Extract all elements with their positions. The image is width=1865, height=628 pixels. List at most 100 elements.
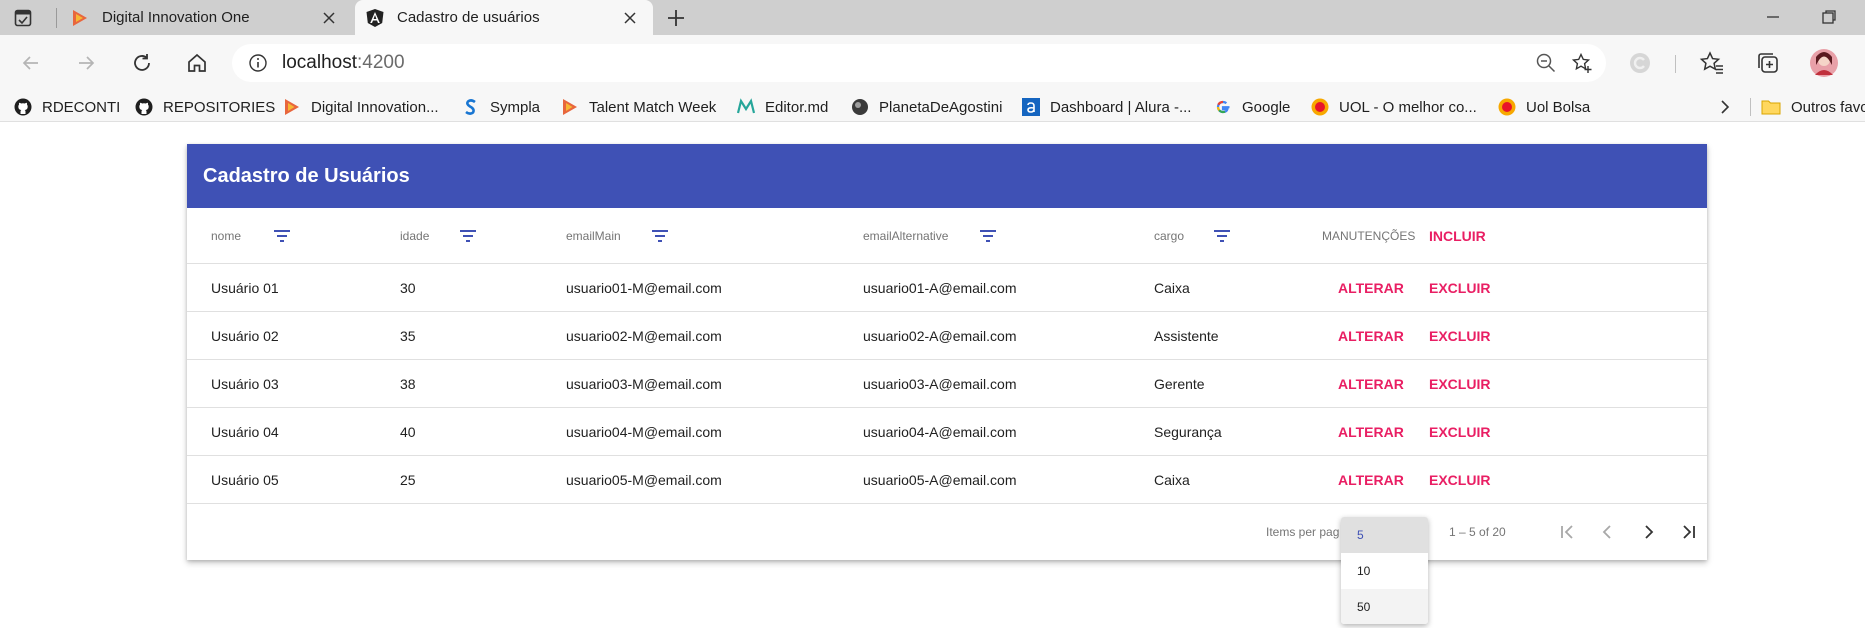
bookmark-repositories[interactable]: REPOSITORIES — [135, 92, 275, 122]
table-header-row: nome idade emailMain emailAlternative ca… — [187, 208, 1707, 264]
bookmark-other-favorites[interactable]: Outros favo — [1761, 92, 1865, 122]
bookmark-google[interactable]: Google — [1214, 92, 1290, 122]
cell-emailalternative: usuario02-A@email.com — [863, 328, 1017, 344]
cell-emailmain: usuario05-M@email.com — [566, 472, 722, 488]
back-arrow-icon — [22, 56, 38, 70]
zoom-out-icon[interactable] — [1535, 52, 1557, 74]
favorites-icon[interactable] — [1699, 50, 1725, 76]
bookmark-label: Talent Match Week — [589, 98, 717, 116]
tab-separator — [56, 8, 57, 28]
filter-icon[interactable] — [650, 227, 670, 245]
address-bar[interactable]: localhost:4200 — [232, 44, 1606, 82]
alterar-button[interactable]: ALTERAR — [1338, 408, 1404, 456]
next-page-button[interactable] — [1636, 520, 1660, 544]
column-header-emailmain[interactable]: emailMain — [566, 208, 621, 264]
filter-icon[interactable] — [272, 227, 292, 245]
cell-emailalternative: usuario05-A@email.com — [863, 472, 1017, 488]
bookmark-uol[interactable]: UOL - O melhor co... — [1311, 92, 1477, 122]
extension-icon[interactable] — [1627, 50, 1653, 76]
table-row: Usuário 01 30 usuario01-M@email.com usua… — [187, 264, 1707, 312]
bookmark-editor-md[interactable]: Editor.md — [737, 92, 828, 122]
bookmark-label: Editor.md — [765, 98, 829, 116]
close-icon[interactable] — [619, 7, 641, 29]
cell-cargo: Segurança — [1154, 424, 1222, 440]
bookmark-planeta-deagostini[interactable]: PlanetaDeAgostini — [851, 92, 1002, 122]
github-icon — [14, 98, 32, 116]
alterar-button[interactable]: ALTERAR — [1338, 456, 1404, 504]
bookmark-uol-bolsa[interactable]: Uol Bolsa — [1498, 92, 1590, 122]
tab-cadastro-de-usuarios[interactable]: Cadastro de usuários — [355, 0, 653, 35]
bookmarks-overflow-button[interactable] — [1718, 92, 1732, 122]
first-page-icon — [1561, 525, 1573, 539]
tab-title: Cadastro de usuários — [397, 9, 540, 26]
cell-cargo: Caixa — [1154, 472, 1190, 488]
tab-digital-innovation-one[interactable]: Digital Innovation One — [60, 0, 352, 35]
filter-icon[interactable] — [1212, 227, 1232, 245]
column-header-nome[interactable]: nome — [211, 208, 241, 264]
excluir-button[interactable]: EXCLUIR — [1429, 456, 1490, 504]
excluir-button[interactable]: EXCLUIR — [1429, 312, 1490, 360]
cell-cargo: Assistente — [1154, 328, 1219, 344]
bookmark-label: Outros favo — [1791, 98, 1865, 116]
page-size-option[interactable]: 5 — [1341, 517, 1428, 553]
incluir-button[interactable]: INCLUIR — [1429, 208, 1486, 264]
close-icon[interactable] — [318, 7, 340, 29]
excluir-button[interactable]: EXCLUIR — [1429, 264, 1490, 312]
bookmark-sympla[interactable]: Sympla — [462, 92, 540, 122]
bookmark-label: UOL - O melhor co... — [1339, 98, 1477, 116]
reload-button[interactable] — [128, 49, 156, 77]
dio-icon — [285, 99, 299, 115]
maximize-icon[interactable] — [1820, 8, 1838, 26]
bookmark-talent-match-week[interactable]: Talent Match Week — [561, 92, 716, 122]
last-page-icon — [1683, 525, 1695, 539]
column-header-emailalternative[interactable]: emailAlternative — [863, 208, 948, 264]
page-size-option[interactable]: 10 — [1341, 553, 1428, 589]
forward-arrow-icon — [79, 56, 95, 70]
reload-icon — [134, 54, 150, 71]
bookmark-label: Google — [1242, 98, 1291, 116]
page-range-label: 1 – 5 of 20 — [1449, 525, 1506, 539]
sympla-icon — [465, 99, 476, 115]
cell-cargo: Caixa — [1154, 280, 1190, 296]
column-header-idade[interactable]: idade — [400, 208, 429, 264]
cell-nome: Usuário 05 — [211, 472, 279, 488]
cell-nome: Usuário 01 — [211, 280, 279, 296]
tab-strip: Digital Innovation One Cadastro de usuár… — [0, 0, 1865, 35]
bookmark-digital-innovation[interactable]: Digital Innovation... — [283, 92, 439, 122]
table-row: Usuário 02 35 usuario02-M@email.com usua… — [187, 312, 1707, 360]
tab-title: Digital Innovation One — [102, 9, 250, 26]
uol-icon — [1498, 98, 1516, 116]
filter-icon[interactable] — [978, 227, 998, 245]
planeta-icon — [852, 99, 868, 115]
previous-page-button[interactable] — [1596, 520, 1620, 544]
collections-icon[interactable] — [1755, 50, 1781, 76]
minimize-icon[interactable] — [1764, 8, 1782, 26]
chevron-right-icon — [1721, 100, 1730, 114]
cell-nome: Usuário 02 — [211, 328, 279, 344]
alterar-button[interactable]: ALTERAR — [1338, 264, 1404, 312]
dio-icon — [73, 9, 87, 26]
excluir-button[interactable]: EXCLUIR — [1429, 360, 1490, 408]
bookmark-rdeconti[interactable]: RDECONTI — [14, 92, 120, 122]
info-icon[interactable] — [248, 53, 268, 73]
bookmark-label: Uol Bolsa — [1526, 98, 1591, 116]
bookmark-label: Sympla — [490, 98, 541, 116]
alterar-button[interactable]: ALTERAR — [1338, 312, 1404, 360]
bookmark-alura-dashboard[interactable]: Dashboard | Alura -... — [1022, 92, 1191, 122]
home-button[interactable] — [183, 49, 211, 77]
filter-icon[interactable] — [458, 227, 478, 245]
alterar-button[interactable]: ALTERAR — [1338, 360, 1404, 408]
bookmark-label: Digital Innovation... — [311, 98, 439, 116]
excluir-button[interactable]: EXCLUIR — [1429, 408, 1490, 456]
column-header-cargo[interactable]: cargo — [1154, 208, 1184, 264]
first-page-button[interactable] — [1556, 520, 1580, 544]
back-button[interactable] — [17, 49, 45, 77]
page-size-option[interactable]: 50 — [1341, 589, 1428, 624]
add-favorite-icon[interactable] — [1571, 52, 1593, 74]
card-header: Cadastro de Usuários — [187, 144, 1707, 208]
tab-actions-icon[interactable] — [14, 9, 32, 27]
forward-button[interactable] — [72, 49, 100, 77]
avatar[interactable] — [1809, 48, 1839, 78]
last-page-button[interactable] — [1676, 520, 1700, 544]
new-tab-icon[interactable] — [664, 6, 688, 30]
